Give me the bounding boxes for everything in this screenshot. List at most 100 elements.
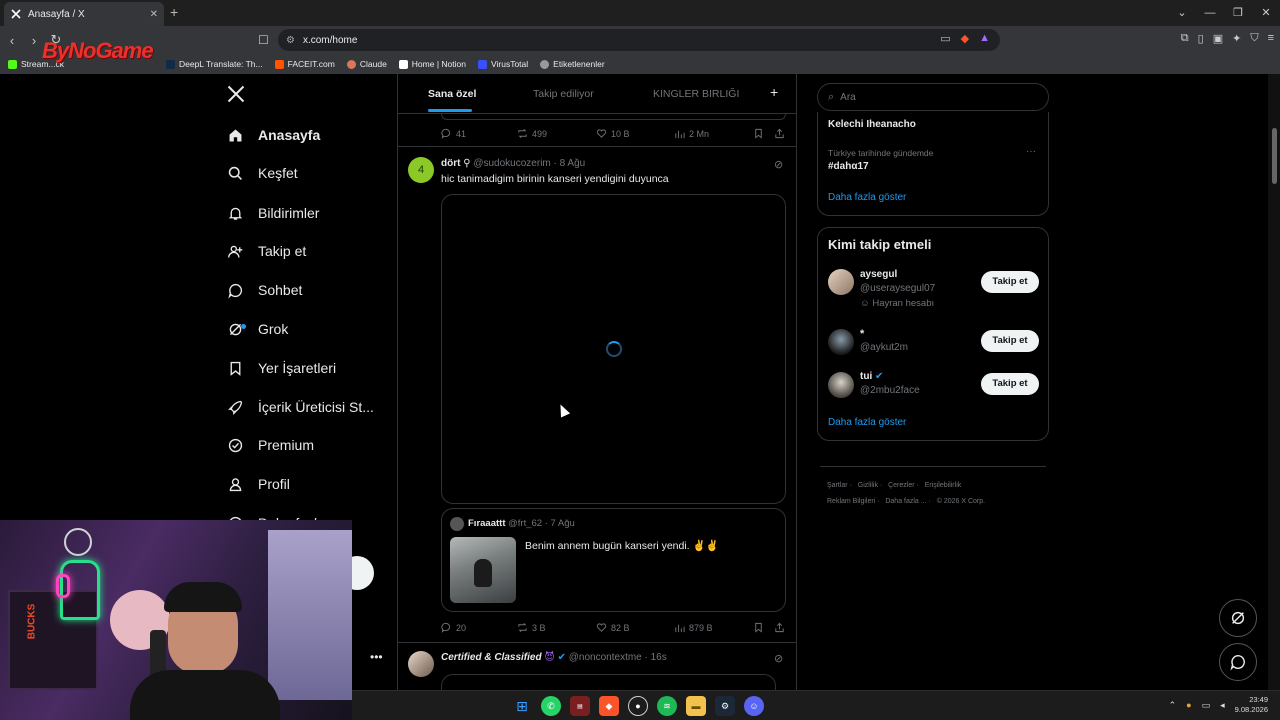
post-author-name[interactable]: Certified & Classified: [441, 652, 542, 663]
avatar[interactable]: [828, 329, 854, 355]
nav-bookmarks[interactable]: Yer İşaretleri: [226, 353, 396, 383]
scrollbar-thumb[interactable]: [1272, 128, 1277, 184]
footer-link[interactable]: Şartlar: [827, 482, 848, 489]
system-clock[interactable]: 23:49 9.08.2026: [1235, 695, 1268, 715]
tab-list[interactable]: KINGLER BIRLIĞI: [653, 88, 739, 100]
url-field[interactable]: ⚙ x.com/home ▭ ◆ ▲: [278, 29, 1000, 51]
bookmark-item[interactable]: VirusTotal: [477, 59, 528, 69]
volume-icon[interactable]: ◂: [1220, 700, 1225, 711]
site-info-icon[interactable]: ⚙: [286, 35, 295, 46]
nav-creator-studio[interactable]: İçerik Üreticisi St...: [226, 392, 396, 422]
bookmark-item[interactable]: Home | Notion: [398, 59, 466, 69]
nav-follow[interactable]: Takip et: [226, 236, 396, 266]
repost-button[interactable]: 3 B: [517, 622, 546, 633]
post-author-name[interactable]: dört: [441, 158, 460, 169]
reply-button[interactable]: 20: [441, 622, 466, 633]
post-author-handle[interactable]: @sudokucozerim: [473, 158, 550, 169]
follow-button[interactable]: Takip et: [981, 330, 1039, 352]
bookmark-post-icon[interactable]: [753, 128, 764, 139]
post-author-handle[interactable]: @noncontextme: [569, 652, 642, 663]
footer-link[interactable]: Çerezler: [888, 482, 914, 489]
nav-premium[interactable]: Premium: [226, 430, 396, 460]
share-icon[interactable]: [774, 622, 785, 633]
nav-notifications[interactable]: Bildirimler: [226, 198, 396, 228]
share-icon[interactable]: [774, 128, 785, 139]
forward-icon[interactable]: ›: [24, 33, 44, 48]
account-menu-icon[interactable]: •••: [370, 650, 383, 664]
bookmark-item[interactable]: DeepL Translate: Th...: [165, 59, 263, 69]
obs-icon[interactable]: ●: [628, 696, 648, 716]
views-button[interactable]: 879 B: [674, 622, 713, 633]
footer-link[interactable]: Gizlilik: [858, 482, 878, 489]
cast-icon[interactable]: ▭: [940, 32, 950, 45]
back-icon[interactable]: ‹: [2, 33, 22, 48]
footer-link[interactable]: Erişilebilirlik: [925, 482, 962, 489]
vpn-icon[interactable]: ⛉: [1250, 32, 1258, 45]
suggested-user-handle[interactable]: @2mbu2face: [860, 385, 920, 396]
bookmark-item[interactable]: Etiketlenenler: [540, 59, 605, 69]
follow-button[interactable]: Takip et: [981, 373, 1039, 395]
start-menu-icon[interactable]: ⊞: [512, 696, 532, 716]
close-tab-icon[interactable]: ✕: [150, 9, 158, 20]
brave-browser-icon[interactable]: ◆: [599, 696, 619, 716]
maximize-icon[interactable]: ❐: [1224, 0, 1252, 26]
suggested-user-handle[interactable]: @useraysegul07: [860, 283, 935, 294]
avatar[interactable]: 4: [408, 157, 434, 183]
show-more-trends-link[interactable]: Daha fazla göster: [828, 192, 906, 203]
bookmark-item[interactable]: FACEIT.com: [274, 59, 335, 69]
bookmark-page-icon[interactable]: ☐: [258, 33, 269, 47]
grok-fab[interactable]: [1219, 599, 1257, 637]
whatsapp-icon[interactable]: ✆: [541, 696, 561, 716]
avatar[interactable]: [828, 372, 854, 398]
suggested-user-handle[interactable]: @aykut2m: [860, 342, 908, 353]
avatar[interactable]: [408, 651, 434, 677]
suggested-user-name[interactable]: aysegul: [860, 269, 897, 280]
like-button[interactable]: 10 B: [596, 128, 630, 139]
trend-more-icon[interactable]: ···: [1026, 146, 1036, 157]
brave-shield-icon[interactable]: ◆: [961, 32, 969, 45]
quoted-post[interactable]: Fıraaattt @frt_62 · 7 Ağu Benim annem bu…: [441, 508, 786, 612]
nav-profile[interactable]: Profil: [226, 469, 396, 499]
bookmark-post-icon[interactable]: [753, 622, 764, 633]
discord-icon[interactable]: ☺: [744, 696, 764, 716]
bookmark-item[interactable]: Claude: [346, 59, 387, 69]
tab-list-icon[interactable]: ⌄: [1168, 0, 1196, 26]
post-time[interactable]: 16s: [651, 652, 667, 663]
show-more-suggestions-link[interactable]: Daha fazla göster: [828, 417, 906, 428]
mic-tray-icon[interactable]: ●: [1186, 700, 1191, 710]
tab-for-you[interactable]: Sana özel: [428, 88, 476, 100]
follow-button[interactable]: Takip et: [981, 271, 1039, 293]
new-tab-button[interactable]: +: [170, 4, 178, 20]
suggested-user-name[interactable]: *: [860, 328, 864, 340]
x-logo-icon[interactable]: [226, 84, 246, 110]
wallet-icon[interactable]: ▣: [1213, 32, 1223, 45]
messages-fab[interactable]: [1219, 643, 1257, 681]
suggested-user-name[interactable]: tui ✔: [860, 371, 883, 382]
search-field[interactable]: ⌕ Ara: [817, 83, 1049, 111]
nav-grok[interactable]: Grok: [226, 314, 396, 344]
repost-button[interactable]: 499: [517, 128, 547, 139]
avatar[interactable]: [828, 269, 854, 295]
video-player[interactable]: [441, 194, 786, 504]
tray-overflow-icon[interactable]: ⌃: [1169, 700, 1177, 711]
footer-link[interactable]: Daha fazla ...: [885, 498, 926, 505]
nav-chat[interactable]: Sohbet: [226, 275, 396, 305]
grok-explain-icon[interactable]: ⊘: [774, 652, 783, 665]
close-window-icon[interactable]: ✕: [1252, 0, 1280, 26]
leo-icon[interactable]: ✦: [1232, 32, 1241, 45]
spotify-icon[interactable]: ≋: [657, 696, 677, 716]
nav-explore[interactable]: Keşfet: [226, 158, 396, 188]
extensions-icon[interactable]: ⧉: [1181, 32, 1189, 45]
quote-image[interactable]: [450, 537, 516, 603]
next-post-media[interactable]: [441, 674, 776, 690]
browser-tab[interactable]: Anasayfa / X ✕: [4, 2, 164, 26]
nav-home[interactable]: Anasayfa: [226, 120, 396, 150]
footer-link[interactable]: Reklam Bilgileri: [827, 498, 875, 505]
minimize-icon[interactable]: —: [1196, 0, 1224, 26]
voicemeeter-icon[interactable]: ▤: [570, 696, 590, 716]
tab-following[interactable]: Takip ediliyor: [533, 88, 594, 100]
sidebar-icon[interactable]: ▯: [1198, 32, 1204, 45]
views-button[interactable]: 2 Mn: [674, 128, 709, 139]
trend-title[interactable]: Kelechi Iheanacho: [828, 119, 916, 130]
brave-rewards-icon[interactable]: ▲: [979, 32, 990, 45]
